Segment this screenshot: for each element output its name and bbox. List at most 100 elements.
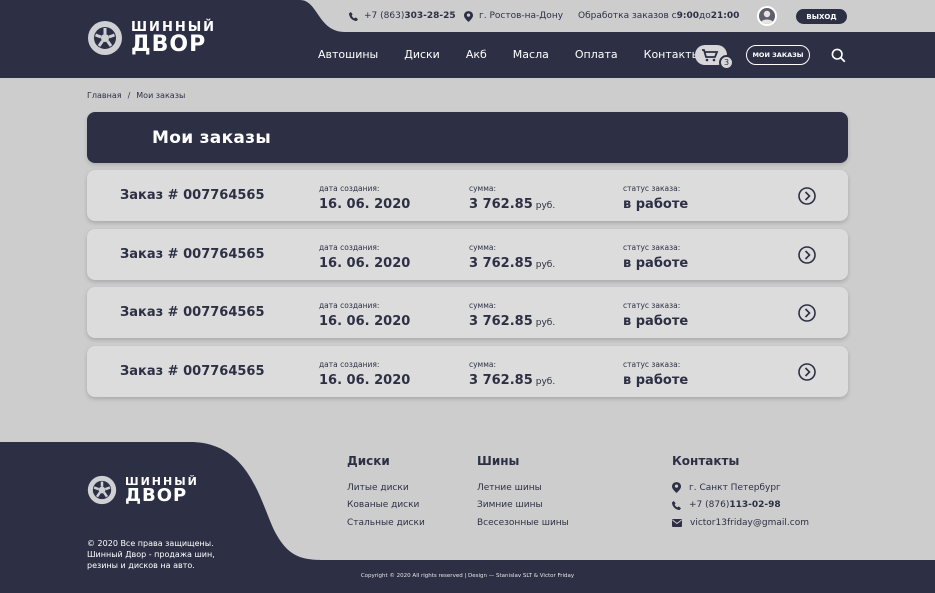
footer-link[interactable]: Летние шины <box>477 479 569 497</box>
footer: ШИННЫЙ ДВОР © 2020 Все права защищены. Ш… <box>0 442 935 593</box>
footer-copyright-left: © 2020 Все права защищены. Шинный Двор -… <box>87 539 215 570</box>
order-status: в работе <box>623 373 689 388</box>
footer-copyright-bottom: Copyright © 2020 All rights reserved | D… <box>360 573 575 579</box>
order-currency: руб. <box>535 260 556 270</box>
footer-link[interactable]: Зимние шины <box>477 497 569 515</box>
nav-item-batteries[interactable]: Акб <box>466 48 487 61</box>
footer-logo[interactable]: ШИННЫЙ ДВОР <box>87 475 199 505</box>
my-orders-button[interactable]: МОИ ЗАКАЗЫ <box>746 45 810 65</box>
order-currency: руб. <box>535 201 556 211</box>
footer-email[interactable]: victor13friday@gmail.com <box>672 514 809 532</box>
order-card[interactable]: Заказ # 007764565 дата создания: 16. 06. … <box>87 229 848 280</box>
footer-link[interactable]: Литые диски <box>347 479 425 497</box>
order-date-label: дата создания: <box>319 360 380 369</box>
nav-item-oils[interactable]: Масла <box>513 48 549 61</box>
hours-from: 9:00 <box>676 11 700 21</box>
header-city[interactable]: г. Ростов-на-Дону <box>464 8 563 24</box>
breadcrumb: Главная / Мои заказы <box>87 91 185 100</box>
footer-phone-main: 113-02-98 <box>729 500 781 511</box>
location-pin-icon <box>672 482 681 494</box>
breadcrumb-separator: / <box>127 91 131 100</box>
order-sum-label: сумма: <box>469 301 497 310</box>
user-avatar-icon <box>760 10 774 24</box>
footer-link[interactable]: Всесезонные шины <box>477 514 569 532</box>
order-sum-label: сумма: <box>469 184 497 193</box>
nav-item-payment[interactable]: Оплата <box>575 48 618 61</box>
location-pin-icon <box>464 10 473 22</box>
order-sum: 3 762.85 <box>469 256 533 271</box>
mail-icon <box>672 518 682 527</box>
order-currency: руб. <box>535 377 556 387</box>
footer-contacts-column: Контакты г. Санкт Петербург +7 (876) 113… <box>672 454 809 532</box>
order-sum-label: сумма: <box>469 243 497 252</box>
chevron-right-circle-icon[interactable] <box>798 304 816 322</box>
order-card[interactable]: Заказ # 007764565 дата создания: 16. 06. … <box>87 170 848 221</box>
footer-phone[interactable]: +7 (876) 113-02-98 <box>672 497 809 515</box>
phone-icon <box>349 11 358 21</box>
order-date: 16. 06. 2020 <box>319 373 411 388</box>
footer-disks-title: Диски <box>347 454 390 468</box>
page-title: Мои заказы <box>152 128 272 148</box>
logo-line2: ДВОР <box>131 31 207 57</box>
footer-phone-prefix: +7 (876) <box>689 500 730 511</box>
order-number: Заказ # 007764565 <box>120 247 265 262</box>
wheel-icon <box>88 21 122 55</box>
order-card[interactable]: Заказ # 007764565 дата создания: 16. 06. … <box>87 346 848 397</box>
order-date: 16. 06. 2020 <box>319 314 411 329</box>
chevron-right-circle-icon[interactable] <box>798 246 816 264</box>
header-hours: Обработка заказов с 9:00 до 21:00 <box>578 8 739 24</box>
order-status-label: статус заказа: <box>623 360 681 369</box>
order-sum-label: сумма: <box>469 360 497 369</box>
order-date-label: дата создания: <box>319 243 380 252</box>
nav-item-tires[interactable]: Автошины <box>318 48 378 61</box>
phone-prefix: +7 (863) <box>364 11 405 21</box>
breadcrumb-current: Мои заказы <box>136 91 186 100</box>
order-currency: руб. <box>535 318 556 328</box>
logo-line2: ДВОР <box>125 484 188 506</box>
footer-link[interactable]: Стальные диски <box>347 514 425 532</box>
footer-contacts-title: Контакты <box>672 454 740 468</box>
order-date: 16. 06. 2020 <box>319 197 411 212</box>
header-phone[interactable]: +7 (863) 303-28-25 <box>349 8 456 24</box>
order-sum: 3 762.85 <box>469 373 533 388</box>
footer-disks-column: Диски Литые диски Кованые диски Стальные… <box>347 454 425 532</box>
avatar[interactable] <box>757 6 777 26</box>
order-status: в работе <box>623 314 689 329</box>
logout-button[interactable]: ВЫХОД <box>796 9 847 24</box>
main-nav: Автошины Диски Акб Масла Оплата Контакты <box>318 48 700 61</box>
hours-to: 21:00 <box>710 11 740 21</box>
footer-tires-column: Шины Летние шины Зимние шины Всесезонные… <box>477 454 569 532</box>
hours-mid: до <box>699 11 711 21</box>
order-status-label: статус заказа: <box>623 301 681 310</box>
chevron-right-circle-icon[interactable] <box>798 363 816 381</box>
footer-city[interactable]: г. Санкт Петербург <box>672 479 809 497</box>
phone-icon <box>672 500 681 510</box>
footer-link[interactable]: Кованые диски <box>347 497 425 515</box>
cart-count-badge: 3 <box>719 55 734 70</box>
order-status: в работе <box>623 197 689 212</box>
search-icon[interactable] <box>831 48 846 63</box>
order-status-label: статус заказа: <box>623 184 681 193</box>
order-sum: 3 762.85 <box>469 197 533 212</box>
order-date-label: дата создания: <box>319 301 380 310</box>
header: ШИННЫЙ ДВОР +7 (863) 303-28-25 г. Ростов… <box>0 0 935 78</box>
nav-item-contacts[interactable]: Контакты <box>644 48 701 61</box>
city-text: г. Ростов-на-Дону <box>479 11 564 21</box>
wheel-icon <box>87 475 117 505</box>
footer-email-text: victor13friday@gmail.com <box>690 517 809 528</box>
order-card[interactable]: Заказ # 007764565 дата создания: 16. 06. … <box>87 287 848 338</box>
nav-item-disks[interactable]: Диски <box>404 48 440 61</box>
order-date: 16. 06. 2020 <box>319 256 411 271</box>
footer-city-text: г. Санкт Петербург <box>689 482 781 493</box>
footer-tires-title: Шины <box>477 454 520 468</box>
logo[interactable]: ШИННЫЙ ДВОР <box>87 20 216 56</box>
order-status: в работе <box>623 256 689 271</box>
order-number: Заказ # 007764565 <box>120 305 265 320</box>
chevron-right-circle-icon[interactable] <box>798 187 816 205</box>
order-date-label: дата создания: <box>319 184 380 193</box>
hours-prefix: Обработка заказов с <box>578 11 677 21</box>
order-number: Заказ # 007764565 <box>120 188 265 203</box>
breadcrumb-home[interactable]: Главная <box>87 91 122 100</box>
page-title-bar: Мои заказы <box>87 112 848 163</box>
order-status-label: статус заказа: <box>623 243 681 252</box>
